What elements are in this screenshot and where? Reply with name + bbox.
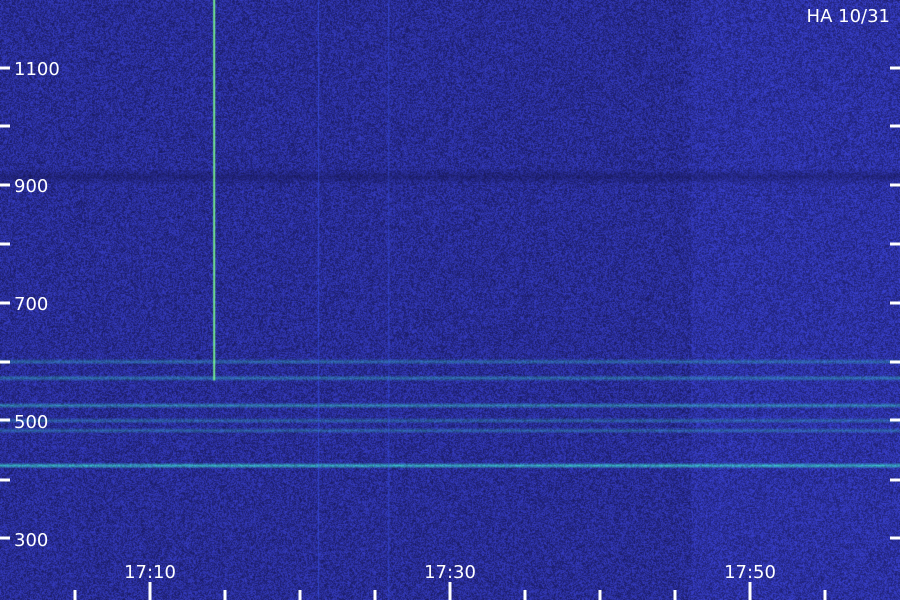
y-tick-label: 500 <box>14 412 48 433</box>
chart-title: HA 10/31 <box>807 6 890 27</box>
x-tick-label: 17:30 <box>424 562 476 583</box>
y-axis-right <box>890 66 900 540</box>
y-tick-labels: 300 500 700 900 1100 <box>14 59 60 551</box>
x-tick-label: 17:10 <box>124 562 176 583</box>
x-tick-label: 17:50 <box>724 562 776 583</box>
axes-overlay: HA 10/31 300 500 700 900 1100 17:10 17:3… <box>0 6 900 600</box>
x-tick-labels: 17:10 17:30 17:50 <box>124 562 776 583</box>
y-tick-label: 1100 <box>14 59 60 80</box>
y-tick-label: 900 <box>14 176 48 197</box>
y-tick-label: 700 <box>14 294 48 315</box>
x-axis <box>73 582 827 600</box>
y-tick-label: 300 <box>14 530 48 551</box>
y-axis-left <box>0 66 10 540</box>
